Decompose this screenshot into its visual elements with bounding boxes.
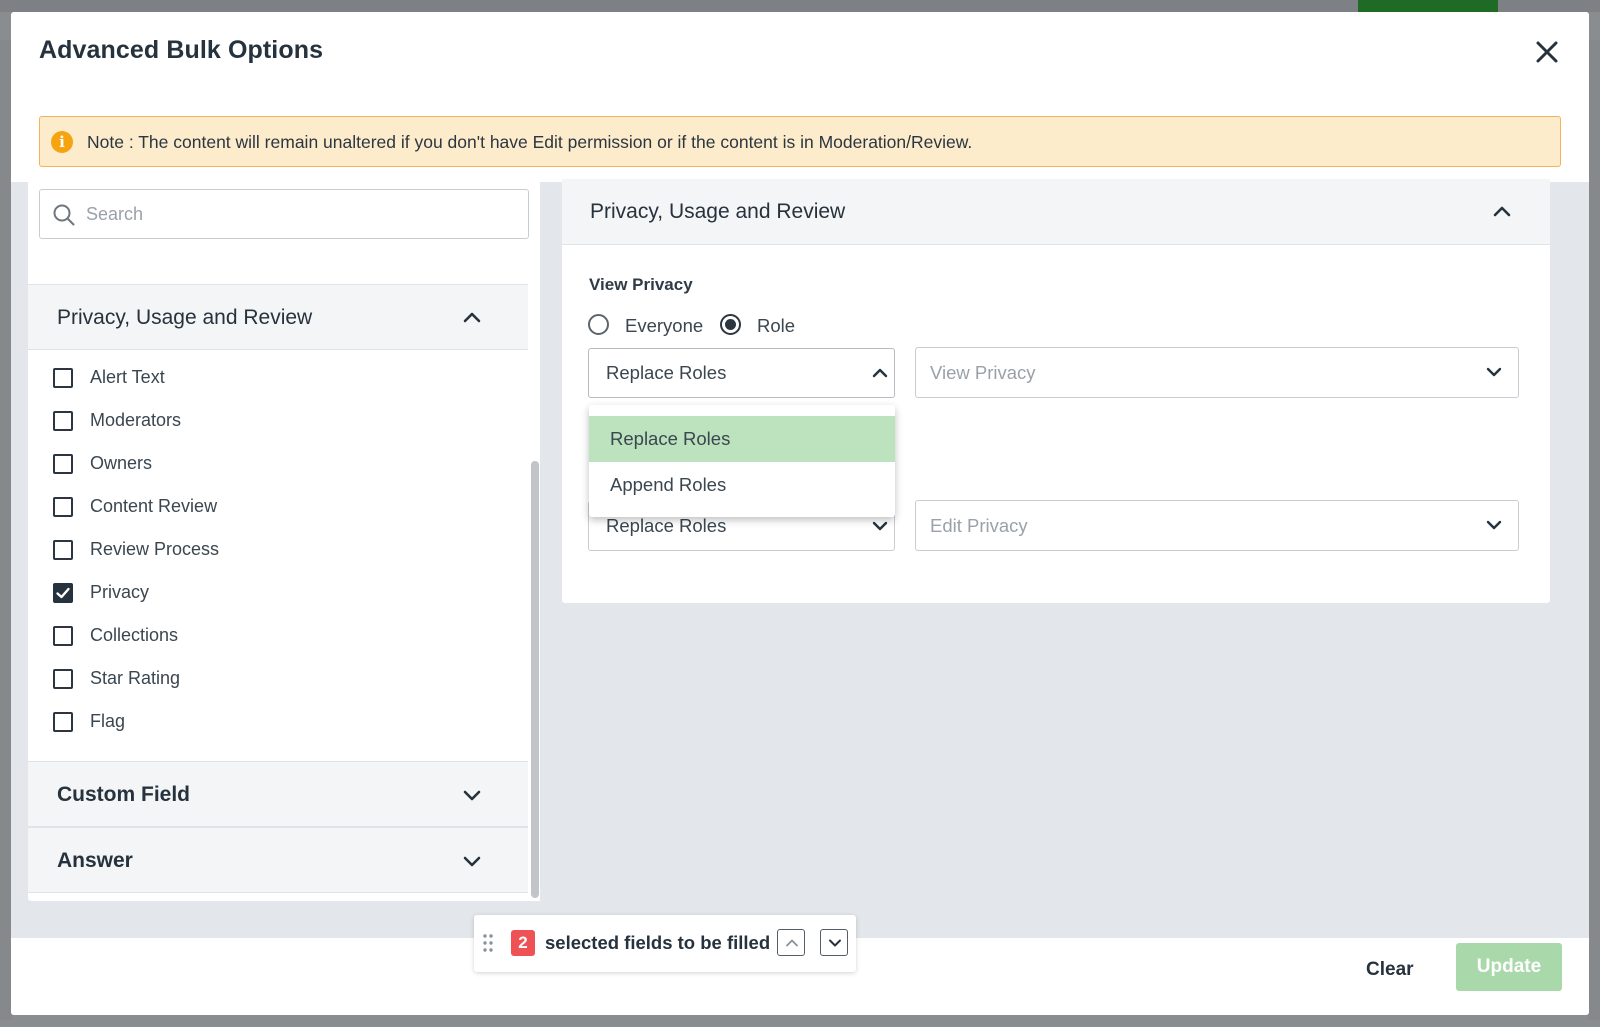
mode-dropdown-menu: Replace Roles Append Roles [589, 405, 895, 517]
search-box[interactable] [39, 189, 529, 239]
checkbox-label: Content Review [90, 496, 218, 516]
chevron-up-icon [1493, 206, 1511, 217]
checkbox[interactable] [53, 626, 73, 646]
option-label: Append Roles [610, 474, 727, 495]
drag-handle-icon[interactable] [482, 932, 494, 954]
close-button[interactable] [1531, 36, 1563, 68]
view-privacy-label: View Privacy [589, 275, 693, 294]
modal-header: Advanced Bulk Options [11, 12, 1589, 92]
checkbox[interactable] [53, 454, 73, 474]
section-custom-field[interactable]: Custom Field [28, 761, 530, 827]
chevron-up-icon [786, 939, 798, 947]
chevron-down-icon [463, 790, 481, 801]
previous-field-button[interactable] [777, 929, 805, 956]
view-privacy-mode-select[interactable]: Replace Roles [588, 348, 895, 398]
scrollbar-thumb[interactable] [531, 461, 539, 898]
select-value: Replace Roles [606, 515, 727, 536]
radio-label: Everyone [625, 315, 704, 336]
modal-title: Advanced Bulk Options [39, 36, 324, 64]
checkbox-checked[interactable] [53, 583, 73, 603]
checkbox-label: Collections [90, 625, 179, 645]
section-title: Answer [57, 849, 133, 872]
checkbox-label: Moderators [90, 410, 182, 430]
selected-count-badge: 2 [511, 930, 535, 956]
edit-privacy-roles-select[interactable]: Edit Privacy [915, 500, 1519, 551]
chevron-down-icon [463, 856, 481, 867]
checkbox-alert-text[interactable]: Alert Text [53, 363, 353, 393]
selected-fields-text: selected fields to be filled [545, 932, 771, 953]
checkbox-owners[interactable]: Owners [53, 449, 353, 479]
select-placeholder: Edit Privacy [930, 515, 1028, 536]
chevron-up-icon [872, 368, 888, 378]
radio-everyone[interactable]: Everyone [588, 312, 718, 338]
chevron-down-icon [829, 939, 841, 947]
radio-role[interactable]: Role [720, 312, 820, 338]
background-right-content [1588, 40, 1600, 1020]
check-icon [56, 587, 70, 599]
info-icon: i [51, 131, 73, 153]
radio-label: Role [757, 315, 796, 336]
editor-section-title: Privacy, Usage and Review [590, 200, 846, 223]
checkbox-label: Privacy [90, 582, 150, 602]
field-list-scroll: Privacy, Usage and Review Alert Text Mod… [28, 250, 540, 901]
checkbox[interactable] [53, 712, 73, 732]
checkbox[interactable] [53, 411, 73, 431]
option-label: Replace Roles [610, 428, 731, 449]
radio-button[interactable] [588, 314, 609, 335]
search-input[interactable] [86, 198, 516, 230]
section-title: Privacy, Usage and Review [57, 306, 313, 329]
next-field-button[interactable] [820, 929, 848, 956]
checkbox[interactable] [53, 497, 73, 517]
checkbox[interactable] [53, 669, 73, 689]
view-privacy-roles-select[interactable]: View Privacy [915, 347, 1519, 398]
checkbox-privacy[interactable]: Privacy [53, 578, 353, 608]
radio-button-selected[interactable] [720, 314, 741, 335]
note-wrapper: i Note : The content will remain unalter… [11, 92, 1589, 182]
chevron-up-icon [463, 312, 481, 323]
selected-fields-bar: 2 selected fields to be filled [474, 915, 856, 972]
chevron-down-icon [1486, 367, 1502, 377]
search-icon [53, 204, 75, 226]
checkbox-flag[interactable]: Flag [53, 707, 353, 737]
checkbox-moderators[interactable]: Moderators [53, 406, 353, 436]
dropdown-option-append-roles[interactable]: Append Roles [589, 462, 895, 508]
note-text: Note : The content will remain unaltered… [87, 132, 973, 152]
section-title: Custom Field [57, 783, 191, 806]
checkbox-label: Flag [90, 711, 126, 731]
checkbox-collections[interactable]: Collections [53, 621, 353, 651]
checkbox-label: Star Rating [90, 668, 181, 688]
checkbox-label: Owners [90, 453, 153, 473]
background-take-tour-button [1358, 0, 1498, 12]
checkbox[interactable] [53, 368, 73, 388]
checkbox-label: Alert Text [90, 367, 165, 387]
chevron-down-icon [1486, 520, 1502, 530]
select-placeholder: View Privacy [930, 362, 1036, 383]
checkbox-content-review[interactable]: Content Review [53, 492, 353, 522]
field-editor-panel: Privacy, Usage and Review View Privacy E… [562, 179, 1550, 603]
checkbox-star-rating[interactable]: Star Rating [53, 664, 353, 694]
clear-button[interactable]: Clear [1366, 959, 1414, 981]
update-button[interactable]: Update [1456, 943, 1562, 991]
section-answer[interactable]: Answer [28, 827, 530, 893]
close-icon [1536, 41, 1558, 63]
dropdown-option-replace-roles[interactable]: Replace Roles [589, 416, 895, 462]
checkbox[interactable] [53, 540, 73, 560]
chevron-down-icon [872, 521, 888, 531]
editor-section-header[interactable]: Privacy, Usage and Review [562, 179, 1550, 245]
note-banner: i Note : The content will remain unalter… [39, 116, 1561, 167]
checkbox-label: Review Process [90, 539, 220, 559]
section-privacy-usage-review[interactable]: Privacy, Usage and Review [28, 284, 530, 350]
checkbox-review-process[interactable]: Review Process [53, 535, 353, 565]
field-list-panel: Privacy, Usage and Review Alert Text Mod… [28, 178, 540, 901]
select-value: Replace Roles [606, 362, 727, 383]
